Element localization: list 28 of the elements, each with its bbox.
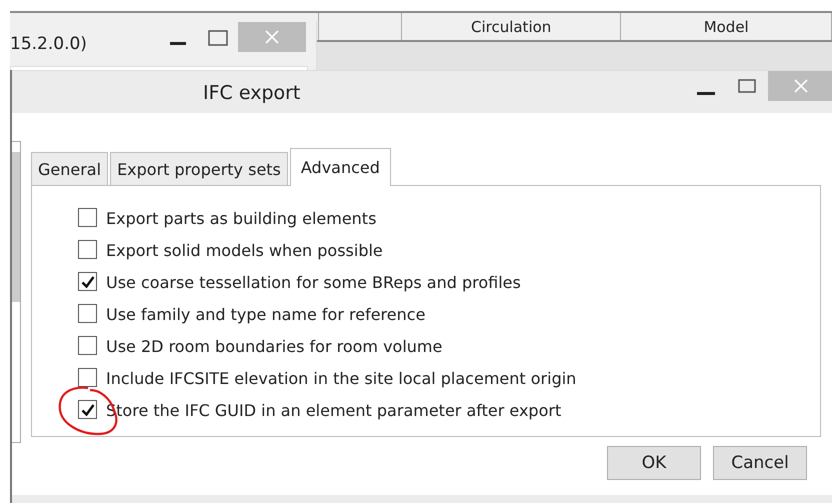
dialog-button[interactable]: Cancel [713, 446, 807, 480]
tab[interactable]: Advanced [290, 148, 391, 186]
checkbox-label: Export solid models when possible [106, 240, 383, 260]
minimize-icon[interactable] [697, 92, 715, 96]
maximize-icon[interactable] [208, 30, 228, 46]
checkbox[interactable] [78, 304, 97, 323]
checkbox-label: Use 2D room boundaries for room volume [106, 336, 442, 356]
column-header[interactable]: Model [620, 13, 832, 40]
close-icon [794, 79, 808, 93]
checkbox[interactable] [78, 208, 97, 227]
column-header[interactable]: Circulation [400, 13, 620, 40]
minimize-icon[interactable] [170, 42, 186, 46]
tab[interactable]: Export property sets [110, 152, 288, 185]
checkbox-label: Include IFCSITE elevation in the site local placement origin [106, 368, 576, 388]
checkbox-label: Use family and type name for reference [106, 304, 426, 324]
checkbox[interactable] [78, 240, 97, 259]
checkbox-label: Use coarse tessellation for some BReps and profiles [106, 272, 521, 292]
checkbox[interactable] [78, 336, 97, 355]
dialog-button[interactable]: OK [607, 446, 701, 480]
close-icon [265, 30, 279, 44]
maximize-icon[interactable] [738, 79, 756, 93]
window-title: IFC export [203, 82, 300, 104]
window-title: 15.2.0.0) [10, 34, 87, 54]
checkbox[interactable] [78, 400, 97, 419]
checkbox[interactable] [78, 272, 97, 291]
checkbox[interactable] [78, 368, 97, 387]
checkbox-label: Export parts as building elements [106, 208, 376, 228]
tab[interactable]: General [31, 152, 108, 185]
